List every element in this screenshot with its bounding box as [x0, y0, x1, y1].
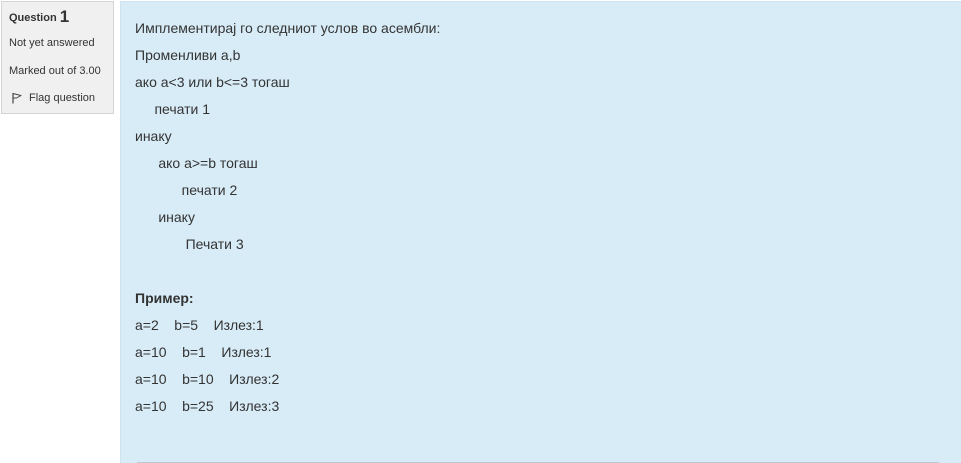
question-info-panel: Question 1 Not yet answered Marked out o…	[1, 1, 114, 114]
question-line: Променливи a,b	[135, 47, 241, 63]
example-line: a=10 b=10 Излез:2	[135, 371, 280, 387]
question-line: Имплементирај го следниот услов во асемб…	[135, 20, 441, 36]
question-grade: Marked out of 3.00	[9, 65, 101, 77]
flag-icon	[12, 93, 22, 104]
question-line: печати 2	[135, 182, 238, 198]
flag-question-label: Flag question	[29, 92, 96, 104]
question-state: Not yet answered	[9, 37, 95, 49]
question-line: ако a>=b тогаш	[135, 155, 258, 171]
question-label: Question	[9, 12, 57, 24]
example-heading: Пример:	[135, 290, 194, 306]
example-line: a=10 b=25 Излез:3	[135, 398, 280, 414]
example-line: a=2 b=5 Излез:1	[135, 317, 264, 333]
question-line: ако a<3 или b<=3 тогаш	[135, 74, 290, 90]
question-number-heading: Question 1	[9, 8, 106, 27]
question-text-panel: Имплементирај го следниот услов во асемб…	[120, 1, 961, 463]
question-line	[135, 258, 961, 285]
question-number: 1	[59, 7, 70, 26]
question-line: инаку	[135, 209, 195, 225]
flag-question-button[interactable]: Flag question	[9, 91, 106, 105]
question-line: печати 1	[135, 101, 211, 117]
example-line: a=10 b=1 Излез:1	[135, 344, 272, 360]
question-line: инаку	[135, 128, 172, 144]
question-line: Печати 3	[135, 236, 244, 252]
